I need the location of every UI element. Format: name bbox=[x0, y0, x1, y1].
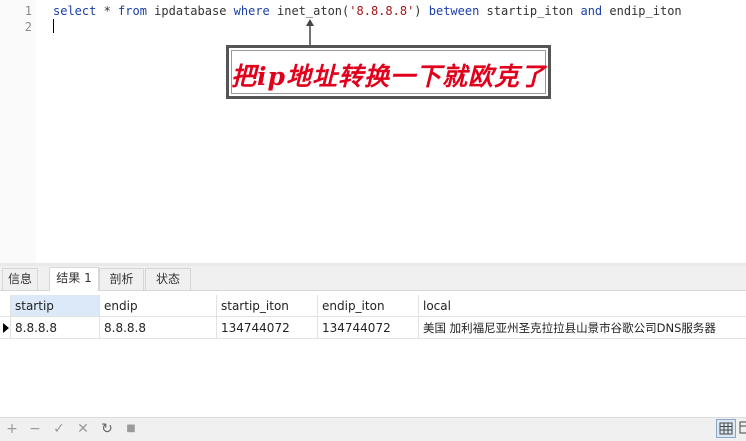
sql-text: startip_iton bbox=[479, 4, 581, 18]
line-number: 2 bbox=[24, 20, 32, 34]
delete-record-button[interactable]: − bbox=[26, 420, 44, 438]
grid-header-row: startip endip startip_iton endip_iton lo… bbox=[0, 295, 746, 317]
current-row-icon bbox=[3, 323, 9, 333]
column-header-startip[interactable]: startip bbox=[11, 295, 100, 317]
sql-editor[interactable]: 1 2 select * from ipdatabase where inet_… bbox=[0, 0, 746, 263]
tab-profile[interactable]: 剖析 bbox=[99, 268, 144, 290]
sql-text: inet_aton( bbox=[269, 4, 350, 18]
annotation-callout: 把ip地址转换一下就欧克了 bbox=[226, 45, 551, 99]
column-header-local[interactable]: local bbox=[419, 295, 746, 317]
sql-text: * bbox=[96, 4, 119, 18]
table-row[interactable]: 8.8.8.8 8.8.8.8 134744072 134744072 美国 加… bbox=[0, 317, 746, 339]
record-toolbar: + − ✓ ✕ ↻ ■ bbox=[0, 417, 746, 441]
cell-local[interactable]: 美国 加利福尼亚州圣克拉拉县山景市谷歌公司DNS服务器 bbox=[419, 317, 746, 339]
apply-changes-button[interactable]: ✓ bbox=[50, 420, 68, 438]
add-record-button[interactable]: + bbox=[3, 420, 21, 438]
sql-query-line[interactable]: select * from ipdatabase where inet_aton… bbox=[53, 3, 682, 19]
refresh-button[interactable]: ↻ bbox=[98, 420, 116, 438]
column-header-endip[interactable]: endip bbox=[100, 295, 217, 317]
sql-keyword: between bbox=[428, 4, 480, 18]
column-header-startip-iton[interactable]: startip_iton bbox=[217, 295, 318, 317]
result-tab-bar: 信息 结果 1 剖析 状态 bbox=[0, 266, 746, 291]
column-header-endip-iton[interactable]: endip_iton bbox=[318, 295, 419, 317]
line-number: 1 bbox=[24, 4, 32, 18]
sql-keyword: where bbox=[233, 4, 270, 18]
row-selector-header bbox=[0, 295, 11, 317]
sql-keyword: and bbox=[580, 4, 603, 18]
annotation-arrow-icon bbox=[306, 19, 314, 47]
form-view-button[interactable] bbox=[738, 419, 746, 438]
line-number-gutter: 1 2 bbox=[0, 0, 36, 263]
sql-text: ) bbox=[414, 4, 429, 18]
cell-startip-iton[interactable]: 134744072 bbox=[217, 317, 318, 339]
form-view-icon bbox=[739, 421, 746, 434]
stop-button[interactable]: ■ bbox=[122, 420, 140, 438]
annotation-text: 把ip地址转换一下就欧克了 bbox=[231, 62, 546, 91]
sql-keyword: select bbox=[53, 4, 97, 18]
sql-text: ipdatabase bbox=[146, 4, 234, 18]
tab-result-1[interactable]: 结果 1 bbox=[49, 267, 99, 291]
tab-status[interactable]: 状态 bbox=[145, 268, 191, 290]
discard-changes-button[interactable]: ✕ bbox=[74, 420, 92, 438]
text-cursor bbox=[53, 19, 54, 33]
cell-endip[interactable]: 8.8.8.8 bbox=[100, 317, 217, 339]
tab-info[interactable]: 信息 bbox=[2, 268, 38, 290]
sql-keyword: from bbox=[118, 4, 147, 18]
grid-view-button[interactable] bbox=[716, 419, 736, 438]
row-selector[interactable] bbox=[0, 317, 11, 339]
sql-text: endip_iton bbox=[602, 4, 682, 18]
grid-view-icon bbox=[719, 422, 733, 435]
cell-endip-iton[interactable]: 134744072 bbox=[318, 317, 419, 339]
cell-startip[interactable]: 8.8.8.8 bbox=[11, 317, 100, 339]
sql-string: '8.8.8.8' bbox=[349, 4, 415, 18]
result-grid[interactable]: startip endip startip_iton endip_iton lo… bbox=[0, 295, 746, 417]
